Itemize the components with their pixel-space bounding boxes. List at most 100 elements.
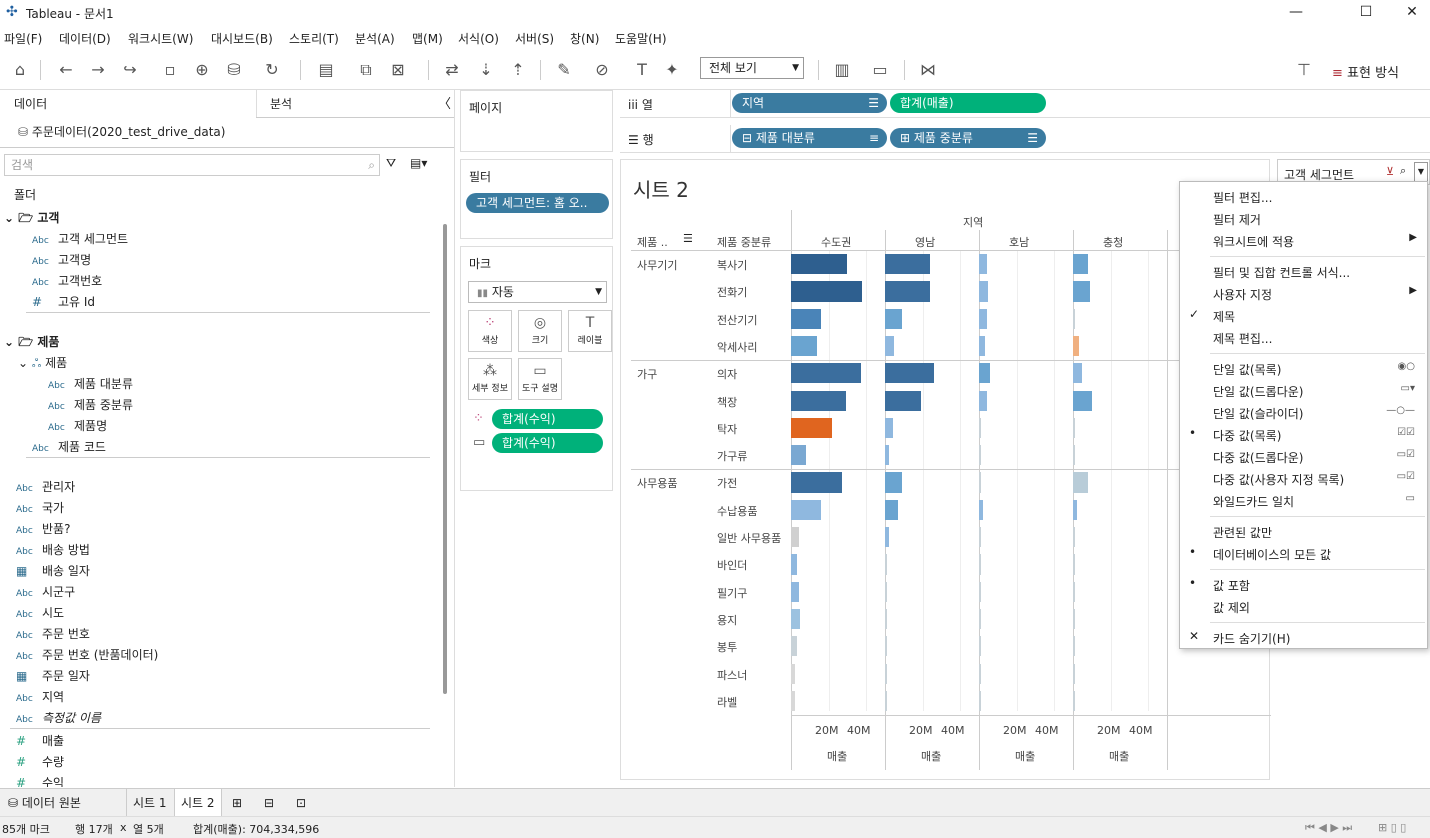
bar[interactable] — [885, 254, 931, 275]
new-dashboard-icon[interactable]: ⊟ — [258, 789, 280, 817]
menu-dashboard[interactable]: 대시보드(B) — [211, 30, 273, 47]
bar[interactable] — [791, 254, 848, 275]
menu-format[interactable]: 서식(O) — [458, 30, 499, 47]
bar[interactable] — [979, 308, 987, 329]
swap-icon[interactable]: ⇄ — [440, 58, 464, 82]
replay-icon[interactable]: ↪ — [118, 58, 142, 82]
bar[interactable] — [1073, 445, 1075, 466]
field-item[interactable]: Abc 고객명 — [32, 251, 91, 268]
datasource-icon[interactable]: ⛁ — [222, 58, 246, 82]
clear-filter-icon[interactable]: ⊻ — [1386, 165, 1394, 178]
bar[interactable] — [791, 663, 795, 684]
bar[interactable] — [791, 499, 822, 520]
field-item[interactable]: Abc 측정값 이름 — [16, 709, 101, 726]
highlight-icon[interactable]: ✎ — [552, 58, 576, 82]
menu-map[interactable]: 맵(M) — [412, 30, 443, 47]
measure-item[interactable]: # 수익 — [16, 774, 64, 787]
tab-analysis[interactable]: 분석 — [270, 95, 292, 112]
bar[interactable] — [979, 417, 981, 439]
measure-item[interactable]: # 수량 — [16, 753, 64, 770]
marks-tooltip-pill[interactable]: 합계(수익) — [492, 433, 603, 453]
new-worksheet-icon[interactable]: ⊞ — [226, 789, 248, 817]
menu-story[interactable]: 스토리(T) — [289, 30, 339, 47]
context-menu-item[interactable]: ✕ 카드 숨기기(H) — [1180, 627, 1427, 648]
bar[interactable] — [1073, 608, 1075, 630]
bar[interactable] — [979, 663, 981, 684]
bar[interactable] — [1073, 527, 1075, 548]
filter-icon[interactable]: ⛛ — [386, 156, 396, 171]
bar[interactable] — [979, 390, 987, 411]
bar[interactable] — [885, 527, 889, 548]
detail-button[interactable]: ⁂ 세부 정보 — [468, 358, 512, 400]
bar[interactable] — [1073, 308, 1075, 329]
tab-data[interactable]: 데이터 — [14, 95, 47, 112]
bar[interactable] — [885, 417, 893, 439]
bar[interactable] — [885, 308, 902, 329]
field-item[interactable]: ▦ 주문 일자 — [16, 667, 90, 684]
sort-desc-icon[interactable]: ⇡ — [506, 58, 530, 82]
clear-sheet-icon[interactable]: ⊠ — [386, 58, 410, 82]
context-menu-item[interactable]: 관련된 값만 — [1180, 521, 1427, 542]
view-options-icon[interactable]: ▤▾ — [410, 156, 427, 170]
field-item[interactable]: Abc 제품 대분류 — [48, 375, 133, 392]
size-button[interactable]: ◎ 크기 — [518, 310, 562, 352]
bar[interactable] — [791, 335, 818, 357]
new-worksheet-icon[interactable]: ▤ — [314, 58, 338, 82]
bar[interactable] — [1073, 636, 1075, 657]
context-menu-item[interactable]: 워크시트에 적용 ▶ — [1180, 230, 1427, 251]
bar[interactable] — [1073, 281, 1090, 302]
format-painter-icon[interactable]: ⊤ — [1292, 58, 1316, 82]
field-item[interactable]: Abc 국가 — [16, 499, 64, 516]
save-icon[interactable]: ▫ — [158, 58, 182, 82]
label-button[interactable]: T 레이블 — [568, 310, 612, 352]
filter-pill-customer-segment[interactable]: 고객 세그먼트: 홈 오.. — [466, 193, 609, 213]
collapse-pane-icon[interactable]: 〈 — [438, 93, 451, 112]
sort-asc-icon[interactable]: ⇣ — [474, 58, 498, 82]
context-menu-item[interactable]: 단일 값(드롭다운) ▭▾ — [1180, 380, 1427, 401]
field-item[interactable]: Abc 지역 — [16, 688, 64, 705]
show-me-button[interactable]: ≡ 표현 방식 — [1332, 62, 1399, 81]
field-item[interactable]: Abc 제품 중분류 — [48, 396, 133, 413]
field-item[interactable]: ▦ 배송 일자 — [16, 562, 90, 579]
tooltip-button[interactable]: ▭ 도구 설명 — [518, 358, 562, 400]
bar[interactable] — [791, 472, 842, 493]
bar[interactable] — [791, 308, 822, 329]
redo-icon[interactable]: → — [86, 58, 110, 82]
maximize-button[interactable]: ☐ — [1348, 2, 1384, 22]
field-item[interactable]: Abc 시도 — [16, 604, 64, 621]
bar[interactable] — [791, 636, 797, 657]
bar[interactable] — [791, 445, 807, 466]
bar[interactable] — [885, 608, 887, 630]
pill-product-category[interactable]: ⊟ 제품 대분류 ≡ — [732, 128, 887, 148]
tab-sheet1[interactable]: 시트 1 — [126, 789, 173, 817]
context-menu-item[interactable]: 필터 제거 — [1180, 208, 1427, 229]
bar[interactable] — [791, 527, 799, 548]
bar[interactable] — [791, 281, 863, 302]
field-item[interactable]: Abc 배송 방법 — [16, 541, 90, 558]
context-menu-item[interactable]: • 데이터베이스의 모든 값 — [1180, 543, 1427, 564]
nav-first-icon[interactable]: ⏮ ◀ ▶ ⏭ — [1305, 821, 1352, 835]
bar[interactable] — [1073, 390, 1092, 411]
new-story-icon[interactable]: ⊡ — [290, 789, 312, 817]
context-menu-item[interactable]: • 다중 값(목록) ☑☑ — [1180, 424, 1427, 445]
context-menu-item[interactable]: 값 제외 — [1180, 596, 1427, 617]
tab-datasource[interactable]: ⛁ 데이터 원본 — [2, 789, 87, 817]
menu-server[interactable]: 서버(S) — [515, 30, 554, 47]
measure-item[interactable]: # 매출 — [16, 732, 64, 749]
field-item[interactable]: Abc 제품명 — [48, 417, 107, 434]
field-item[interactable]: Abc 시군구 — [16, 583, 75, 600]
context-menu-item[interactable]: 사용자 지정 ▶ — [1180, 283, 1427, 304]
menu-worksheet[interactable]: 워크시트(W) — [128, 30, 193, 47]
bar[interactable] — [1073, 499, 1077, 520]
presentation-icon[interactable]: ▭ — [868, 58, 892, 82]
field-item[interactable]: Abc 주문 번호 — [16, 625, 90, 642]
hierarchy-item[interactable]: ⌄ ஃ 제품 — [18, 354, 67, 372]
bar[interactable] — [1073, 472, 1089, 493]
context-menu-item[interactable]: • 값 포함 — [1180, 574, 1427, 595]
bar[interactable] — [885, 390, 921, 411]
menu-help[interactable]: 도움말(H) — [615, 30, 667, 47]
bar[interactable] — [979, 690, 981, 712]
field-item[interactable]: # 고유 Id — [32, 293, 95, 310]
search-icon[interactable]: ⌕ — [1400, 164, 1406, 178]
bar[interactable] — [885, 335, 895, 357]
